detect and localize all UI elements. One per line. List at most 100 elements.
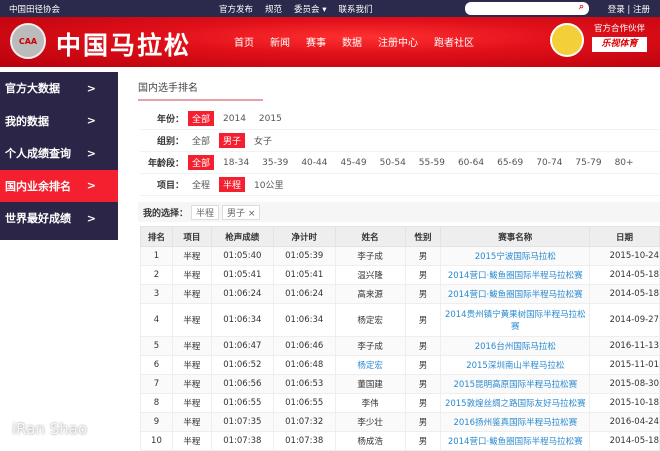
filter-option[interactable]: 全程 — [188, 177, 214, 192]
table-cell: 6 — [140, 355, 173, 375]
table-cell: 男 — [404, 265, 442, 285]
selection-chip[interactable]: 半程 — [191, 204, 220, 220]
table-cell: 2015-11-01 — [589, 355, 660, 375]
sidebar-item[interactable]: 我的数据 > — [0, 105, 118, 137]
login-register-link[interactable]: 登录 | 注册 — [608, 3, 650, 15]
chevron-right-icon: > — [86, 179, 96, 192]
nav-item[interactable]: 新闻 — [270, 34, 290, 49]
site-logo-text[interactable]: 中国马拉松 — [56, 26, 191, 62]
table-row: 10 半程 01:07:38 01:07:38 杨成浩男 2014营口·鲅鱼圈国际半程马拉… — [140, 431, 660, 451]
sidebar-item[interactable]: 官方大数据 > — [0, 72, 118, 104]
top-link[interactable]: 官方发布 — [219, 3, 253, 15]
table-cell: 半程 — [171, 336, 212, 356]
table-cell: 2014-05-18 — [589, 265, 660, 285]
athlete-link[interactable]: 杨定宏 — [334, 355, 406, 375]
partner-label: 官方合作伙伴 — [594, 24, 646, 34]
filter-option[interactable]: 18-34 — [219, 157, 253, 169]
filter-option[interactable]: 2014 — [219, 113, 250, 125]
table-cell: 半程 — [171, 412, 212, 432]
race-link[interactable]: 2015敦煌丝绸之路国际友好马拉松赛 — [440, 393, 591, 413]
race-link[interactable]: 2014营口·鲅鱼圈国际半程马拉松赛 — [440, 265, 591, 285]
sidebar-item[interactable]: 世界最好成绩 > — [0, 202, 118, 234]
column-header[interactable]: 净计时 — [272, 226, 336, 247]
table-cell: 01:06:34 — [272, 303, 336, 337]
org-link[interactable]: 中国田径协会 — [9, 3, 60, 15]
column-header[interactable]: 枪声成绩 — [210, 226, 274, 247]
filter-row: 年份： 全部 2014 2015 — [140, 108, 660, 130]
table-cell: 男 — [404, 336, 442, 356]
my-selection-label: 我的选择： — [143, 208, 189, 219]
search-input[interactable]: ⌕ — [465, 2, 589, 15]
filter-label: 组别： — [156, 137, 184, 147]
table-cell: 01:05:40 — [210, 246, 274, 266]
filter-option[interactable]: 50-54 — [376, 157, 410, 169]
race-link[interactable]: 2015深圳南山半程马拉松 — [440, 355, 591, 375]
column-header[interactable]: 日期 — [589, 226, 660, 247]
column-header[interactable]: 排名 — [140, 226, 173, 247]
filter-option[interactable]: 10公里 — [250, 177, 287, 192]
nav-item[interactable]: 首页 — [234, 34, 254, 49]
filter-option[interactable]: 65-69 — [493, 157, 527, 169]
race-link[interactable]: 2015宁波国际马拉松 — [440, 246, 591, 266]
table-cell: 8 — [140, 393, 173, 413]
race-link[interactable]: 2015昆明高原国际半程马拉松赛 — [440, 374, 591, 394]
column-header[interactable]: 赛事名称 — [440, 226, 591, 247]
nav-item[interactable]: 跑者社区 — [434, 34, 474, 49]
filter-option[interactable]: 半程 — [219, 177, 246, 192]
nav-item[interactable]: 赛事 — [306, 34, 326, 49]
race-link[interactable]: 2014贵州镇宁黄果树国际半程马拉松赛 — [440, 303, 591, 337]
filter-option[interactable]: 女子 — [250, 133, 276, 148]
search-icon[interactable]: ⌕ — [579, 2, 584, 12]
filter-option[interactable]: 45-49 — [336, 157, 370, 169]
nav-item[interactable]: 数据 — [342, 34, 362, 49]
sidebar-item-label: 世界最好成绩 — [5, 212, 71, 225]
top-link[interactable]: 规范 — [265, 3, 282, 15]
filter-option[interactable]: 全部 — [188, 133, 214, 148]
column-header[interactable]: 性别 — [404, 226, 442, 247]
race-link[interactable]: 2014营口·鲅鱼圈国际半程马拉松赛 — [440, 431, 591, 451]
race-link[interactable]: 2014营口·鲅鱼圈国际半程马拉松赛 — [440, 284, 591, 304]
filter-option[interactable]: 70-74 — [532, 157, 566, 169]
filter-option[interactable]: 35-39 — [258, 157, 292, 169]
sidebar-item-active[interactable]: 国内业余排名 > — [0, 169, 118, 202]
race-link[interactable]: 2016扬州鉴真国际半程马拉松赛 — [440, 412, 591, 432]
sidebar-item[interactable]: 个人成绩查询 > — [0, 137, 118, 169]
filter-option[interactable]: 全部 — [188, 111, 215, 126]
filter-option[interactable]: 60-64 — [454, 157, 488, 169]
sidebar-item-label: 官方大数据 — [5, 82, 60, 95]
partner-logo[interactable]: 乐视体育 — [592, 37, 647, 52]
race-link[interactable]: 2016台州国际马拉松 — [440, 336, 591, 356]
column-header[interactable]: 项目 — [171, 226, 212, 247]
main-nav: 首页 新闻 赛事 数据 注册中心 跑者社区 — [234, 34, 474, 49]
table-row: 4 半程 01:06:34 01:06:34 杨定宏男 2014贵州镇宁黄果树国际半程马拉… — [140, 303, 660, 337]
selection-chip[interactable]: 男子 × — [222, 204, 261, 220]
table-cell: 01:07:38 — [272, 431, 336, 451]
table-row: 1 半程 01:05:40 01:05:39 李子成男 2015宁波国际马拉松 2015-1… — [140, 246, 660, 266]
caa-logo[interactable]: CAA — [10, 23, 46, 59]
table-cell: 01:06:24 — [210, 284, 274, 304]
filter-option[interactable]: 55-59 — [415, 157, 449, 169]
filter-option[interactable]: 全部 — [188, 155, 215, 170]
filter-option[interactable]: 2015 — [255, 113, 286, 125]
table-cell: 01:06:48 — [272, 355, 336, 375]
table-cell: 01:06:47 — [210, 336, 274, 356]
table-cell: 半程 — [171, 265, 212, 285]
filter-option[interactable]: 80+ — [611, 157, 638, 169]
ranking-table: 排名 项目 枪声成绩 净计时 姓名 性别 赛事名称 日期 1 半程 01:05:40 01:05:39… — [140, 226, 660, 451]
filter-option[interactable]: 男子 — [219, 133, 246, 148]
table-cell: 3 — [140, 284, 173, 304]
table-cell: 2015-10-24 — [589, 246, 660, 266]
sidebar-item-label: 国内业余排名 — [5, 179, 71, 193]
filter-option[interactable]: 40-44 — [297, 157, 331, 169]
table-cell: 李少壮 — [334, 412, 406, 432]
table-cell: 4 — [140, 303, 173, 337]
table-cell: 高来源 — [334, 284, 406, 304]
top-link[interactable]: 委员会 ▾ — [294, 3, 326, 15]
filter-label: 年份： — [156, 115, 184, 125]
column-header[interactable]: 姓名 — [334, 226, 406, 247]
filter-option[interactable]: 75-79 — [571, 157, 605, 169]
top-link[interactable]: 联系我们 — [339, 3, 373, 15]
table-cell: 01:06:52 — [210, 355, 274, 375]
table-cell: 01:05:39 — [272, 246, 336, 266]
nav-item[interactable]: 注册中心 — [378, 34, 418, 49]
